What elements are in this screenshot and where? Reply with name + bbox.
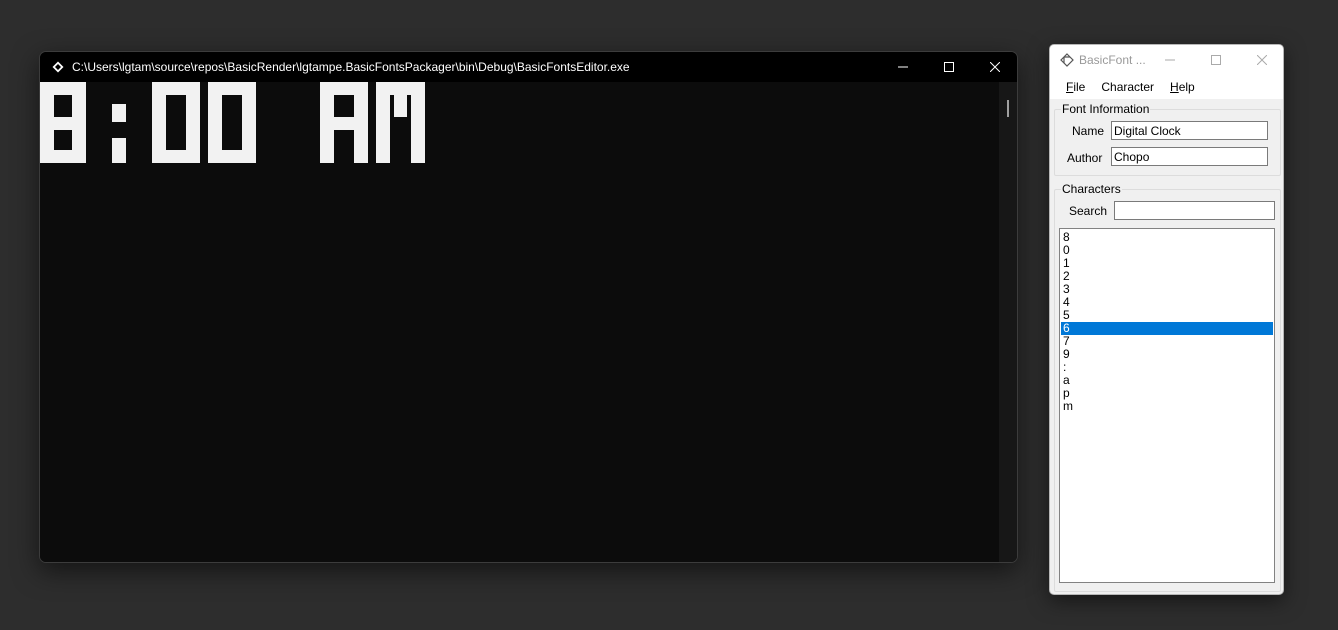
menu-file[interactable]: File — [1058, 80, 1093, 94]
menu-character[interactable]: Character — [1093, 80, 1162, 94]
search-label: Search — [1069, 204, 1108, 218]
minimize-icon — [898, 66, 908, 68]
close-icon — [1257, 55, 1267, 65]
name-label: Name — [1072, 124, 1105, 138]
name-field[interactable] — [1111, 121, 1268, 140]
menu-help-rest: elp — [1178, 80, 1195, 94]
console-maximize-button[interactable] — [926, 52, 972, 82]
console-minimize-button[interactable] — [880, 52, 926, 82]
list-item[interactable]: 3 — [1060, 283, 1274, 296]
list-item[interactable]: p — [1060, 387, 1274, 400]
pixel-glyph-a — [320, 82, 368, 163]
font-information-legend: Font Information — [1062, 102, 1150, 116]
console-window: C:\Users\lgtam\source\repos\BasicRender\… — [39, 51, 1018, 563]
minimize-icon — [1165, 59, 1175, 61]
characters-legend: Characters — [1062, 182, 1121, 196]
list-item[interactable]: 8 — [1060, 231, 1274, 244]
search-input[interactable] — [1114, 201, 1275, 220]
list-item[interactable]: : — [1060, 361, 1274, 374]
console-scroll-thumb[interactable] — [1007, 100, 1009, 117]
character-list[interactable]: 8012345679:apm — [1059, 228, 1275, 583]
list-item[interactable]: 1 — [1060, 257, 1274, 270]
editor-menu-bar: File Character Help — [1050, 75, 1283, 99]
editor-close-button[interactable] — [1239, 45, 1283, 75]
maximize-icon — [1211, 55, 1221, 65]
author-field[interactable] — [1111, 147, 1268, 166]
character-list-items: 8012345679:apm — [1060, 231, 1274, 413]
menu-help-mnemonic: H — [1170, 80, 1179, 94]
list-item[interactable]: 0 — [1060, 244, 1274, 257]
list-item[interactable]: 5 — [1060, 309, 1274, 322]
console-window-title: C:\Users\lgtam\source\repos\BasicRender\… — [72, 60, 630, 74]
editor-minimize-button[interactable] — [1147, 45, 1193, 75]
list-item[interactable]: 7 — [1060, 335, 1274, 348]
list-item[interactable]: 6 — [1061, 322, 1273, 335]
console-title-bar[interactable]: C:\Users\lgtam\source\repos\BasicRender\… — [40, 52, 1017, 82]
editor-title-bar[interactable]: BasicFont ... — [1050, 45, 1283, 75]
list-item[interactable]: a — [1060, 374, 1274, 387]
menu-file-rest: ile — [1073, 80, 1086, 94]
console-close-button[interactable] — [972, 52, 1017, 82]
pixel-glyph-colon — [112, 104, 126, 163]
list-item[interactable]: 2 — [1060, 270, 1274, 283]
editor-window-title: BasicFont ... — [1079, 53, 1146, 67]
pixel-clock-text — [40, 82, 425, 163]
pixel-glyph-m — [376, 82, 425, 163]
console-vertical-scrollbar[interactable] — [999, 82, 1017, 562]
close-icon — [990, 62, 1000, 72]
pixel-glyph-0 — [208, 82, 256, 163]
console-output-area[interactable] — [40, 82, 1000, 562]
pixel-glyph-8 — [40, 82, 86, 163]
list-item[interactable]: m — [1060, 400, 1274, 413]
editor-maximize-button[interactable] — [1193, 45, 1239, 75]
maximize-icon — [944, 62, 954, 72]
basicfont-editor-window: BasicFont ... File Character Help Font I… — [1049, 44, 1284, 595]
pixel-glyph-0 — [152, 82, 200, 163]
menu-help[interactable]: Help — [1162, 80, 1203, 94]
console-app-icon — [52, 61, 64, 73]
list-item[interactable]: 9 — [1060, 348, 1274, 361]
author-label: Author — [1067, 151, 1103, 165]
list-item[interactable]: 4 — [1060, 296, 1274, 309]
basicfont-app-icon — [1060, 53, 1074, 67]
